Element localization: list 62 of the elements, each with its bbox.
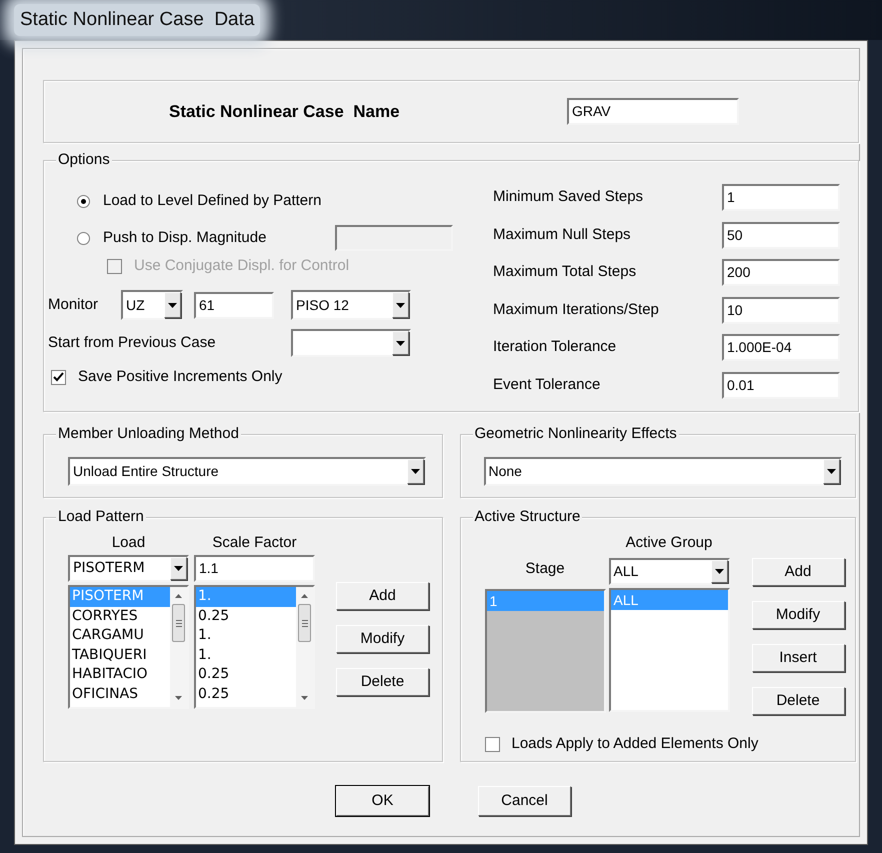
dialog-button[interactable]: Add (336, 582, 429, 610)
parameter-field[interactable]: 50 (722, 222, 840, 248)
story-dropdown[interactable]: PISO 12 (291, 290, 411, 320)
list-item[interactable]: TABIQUERI (70, 646, 170, 665)
group-title: Member Unloading Method (56, 424, 241, 444)
list-item[interactable]: 1. (196, 646, 296, 665)
list-item[interactable]: 1. (196, 626, 296, 646)
dialog-button[interactable]: Modify (336, 625, 429, 653)
dof-dropdown[interactable]: UZ (121, 290, 183, 320)
dialog-button[interactable]: Cancel (478, 786, 571, 816)
checkbox[interactable] (484, 736, 500, 752)
parameter-label: Event Tolerance (493, 374, 602, 395)
parameter-label: Iteration Tolerance (493, 337, 618, 358)
radio-label[interactable]: Load to Level Defined by Pattern (103, 190, 323, 212)
dialog-button[interactable]: Add (752, 558, 844, 586)
checkbox-label[interactable]: Loads Apply to Added Elements Only (512, 732, 758, 756)
parameter-label: Maximum Null Steps (493, 224, 632, 245)
checkbox[interactable] (51, 370, 66, 384)
list-item[interactable]: CORRYES (70, 606, 170, 626)
parameter-field[interactable]: 1 (722, 184, 840, 211)
dialog-button[interactable]: OK (336, 786, 429, 816)
list-item[interactable]: CARGAMU (70, 626, 170, 646)
list-item[interactable]: OFICINAS (70, 684, 170, 704)
column-header: Load (110, 533, 146, 553)
column-header: Active Group (624, 533, 714, 552)
dialog-button[interactable]: Insert (752, 644, 844, 672)
monitor-label: Monitor (48, 294, 100, 315)
case-name-label: Static Nonlinear Case Name (168, 100, 401, 123)
dialog-button[interactable]: Delete (752, 687, 844, 715)
nonlinearity-dropdown[interactable]: None (484, 457, 842, 486)
group-title: Options (56, 150, 112, 170)
list-item[interactable]: 0.25 (196, 665, 296, 684)
radio-label[interactable]: Push to Disp. Magnitude (103, 226, 323, 250)
unloading-dropdown[interactable]: Unload Entire Structure (68, 457, 426, 486)
parameter-field[interactable]: 0.01 (722, 372, 840, 398)
list-item[interactable]: HABITACIO (70, 665, 170, 684)
group-dropdown[interactable]: ALL (608, 558, 730, 585)
group-title: Geometric Nonlinearity Effects (472, 424, 679, 444)
list-item[interactable]: 0.25 (196, 606, 296, 626)
parameter-field[interactable]: 1.000E-04 (722, 334, 840, 361)
parameter-field[interactable]: 10 (722, 296, 840, 324)
checkbox-label[interactable]: Save Positive Increments Only (78, 366, 282, 388)
point-field[interactable]: 61 (194, 292, 274, 318)
parameter-label: Maximum Total Steps (493, 262, 638, 282)
start-case-label: Start from Previous Case (48, 332, 217, 353)
parameter-label: Minimum Saved Steps (493, 187, 644, 208)
parameter-field[interactable]: 200 (722, 259, 840, 286)
column-header: Stage (524, 559, 566, 578)
dialog-button[interactable]: Modify (752, 601, 844, 629)
case-name-field[interactable]: GRAV (567, 98, 739, 125)
dialog-button[interactable]: Delete (336, 668, 429, 696)
window-title: Static Nonlinear Case Data (14, 4, 260, 36)
previous-case-dropdown[interactable] (291, 329, 411, 357)
scale-factor-field[interactable]: 1.1 (194, 555, 315, 582)
list-item[interactable]: 0.25 (196, 684, 296, 704)
scrollbar-thumb[interactable] (172, 604, 185, 642)
radio-button[interactable] (77, 232, 90, 244)
column-header: Scale Factor (211, 533, 298, 553)
scrollbar-thumb[interactable] (298, 604, 311, 642)
radio-button[interactable] (77, 194, 90, 208)
parameter-label: Maximum Iterations/Step (493, 300, 660, 320)
load-dropdown[interactable]: PISOTERM (68, 555, 189, 582)
